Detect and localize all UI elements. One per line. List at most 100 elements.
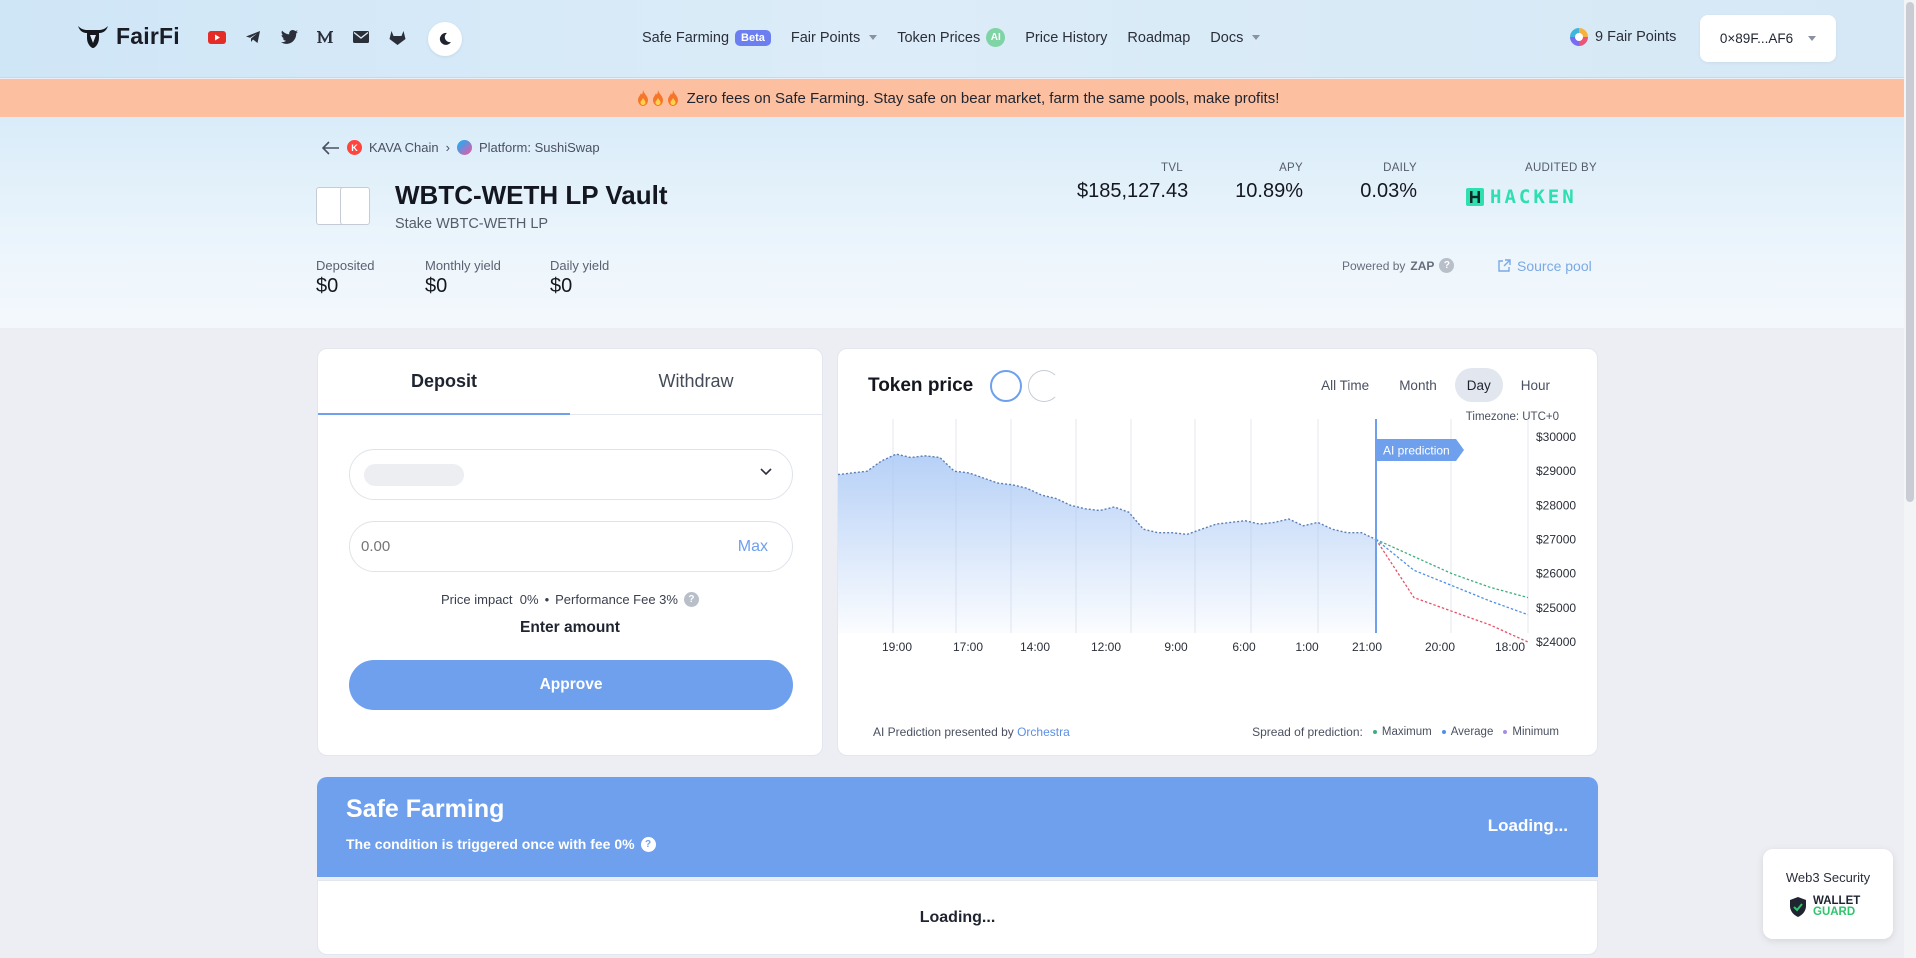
chevron-down-icon [869,35,878,40]
price-chart[interactable]: AI prediction $30000 $29000 $28000 $27000 $26… [838,419,1598,719]
help-icon[interactable]: ? [640,836,656,852]
chevron-down-icon [1808,36,1817,41]
chart-title: Token price [868,375,974,396]
wallet-address: 0×89F...AF6 [1719,31,1794,46]
nav-fair-points[interactable]: Fair Points [791,30,878,46]
page-scrollbar[interactable] [1904,0,1916,958]
apy-value: 10.89% [1235,180,1303,202]
orchestra-link[interactable]: Orchestra [1017,725,1070,739]
max-button[interactable]: Max [738,538,768,556]
period-hour[interactable]: Hour [1509,368,1562,402]
powered-brand: ZAP [1410,258,1435,273]
nav-safe-farming[interactable]: Safe Farming Beta [642,29,771,46]
source-pool-link[interactable]: Source pool [1497,258,1592,274]
social-links [208,28,406,46]
x-tick-label: 20:00 [1425,640,1455,654]
sushiswap-icon [456,140,472,155]
hacken-audit-logo[interactable]: HACKEN [1466,186,1577,208]
prediction-line-avg [1375,538,1529,616]
x-tick-label: 18:00 [1495,640,1525,654]
tab-withdraw[interactable]: Withdraw [570,349,822,414]
wallet-address-button[interactable]: 0×89F...AF6 [1700,15,1836,62]
flames [637,90,679,106]
fair-points-label: 9 Fair Points [1595,29,1677,45]
daily-yield-stat: Daily yield $0 [550,258,609,298]
scrollbar-thumb[interactable] [1906,2,1914,502]
prediction-credit: AI Prediction presented by Orchestra [873,725,1070,739]
legend-minimum: Minimum [1503,726,1559,738]
legend-dot [1503,730,1508,734]
period-month[interactable]: Month [1387,368,1449,402]
ai-prediction-label: AI prediction [1383,444,1450,458]
nav-token-prices[interactable]: Token Prices AI [897,28,1006,47]
medium-icon[interactable] [316,28,334,46]
token-select[interactable] [349,449,793,500]
token-selector-2[interactable] [1028,370,1060,402]
tab-deposit[interactable]: Deposit [318,349,570,415]
price-area [838,454,1376,633]
bull-logo-icon [78,26,108,48]
x-tick-label: 9:00 [1164,640,1188,654]
y-tick-label: $25000 [1536,601,1576,615]
help-icon[interactable]: ? [1439,258,1455,273]
token-image-placeholder [340,187,370,225]
theme-toggle-button[interactable] [428,22,462,56]
x-tick-label: 17:00 [953,640,983,654]
back-arrow-icon[interactable] [322,140,340,155]
nav-docs[interactable]: Docs [1210,29,1261,46]
fire-icon [667,90,678,106]
fairfi-logo[interactable]: FairFi [76,22,180,50]
safe-farming-subtitle: The condition is triggered once with fee… [346,836,656,852]
youtube-icon[interactable] [208,28,226,46]
wallet-guard-widget[interactable]: Web3 Security WALLET GUARD [1763,849,1893,939]
period-day[interactable]: Day [1454,368,1503,402]
nav-roadmap[interactable]: Roadmap [1127,30,1190,46]
gitlab-icon[interactable] [388,28,406,46]
help-icon[interactable]: ? [683,592,699,607]
chevron-down-icon [760,468,772,476]
breadcrumb-platform[interactable]: Platform: SushiSwap [479,140,600,155]
x-tick-label: 21:00 [1352,640,1382,654]
daily-label: DAILY [1383,162,1417,174]
approve-button[interactable]: Approve [349,660,793,710]
promo-banner: Zero fees on Safe Farming. Stay safe on … [0,79,1916,117]
period-all-time[interactable]: All Time [1309,368,1381,402]
vault-hero [0,117,1916,328]
nav-docs-label: Docs [1210,29,1244,46]
twitter-icon[interactable] [280,28,298,46]
main-nav: Safe Farming Beta Fair Points Token Pric… [642,28,1261,47]
audited-label: AUDITED BY [1524,162,1597,174]
kava-chain-icon: K [347,140,362,155]
deposited-label: Deposited [316,258,375,273]
safe-farming-status: Loading... [1487,816,1568,835]
nav-price-history[interactable]: Price History [1025,30,1107,46]
powered-by-zap: Powered by ZAP ? [1342,258,1455,273]
legend-average-label: Average [1450,726,1494,738]
x-tick-label: 12:00 [1091,640,1121,654]
daily-value: 0.03% [1360,180,1417,202]
apy-label: APY [1279,162,1303,174]
logo-text: FairFi [116,22,180,49]
prediction-credit-prefix: AI Prediction presented by [873,725,1014,739]
legend-dot [1372,730,1377,734]
chevron-down-icon [1252,35,1261,40]
safe-farming-condition: The condition is triggered once with fee… [346,836,635,852]
amount-input[interactable] [361,538,561,555]
y-tick-label: $30000 [1536,430,1576,444]
fair-points-counter[interactable]: 9 Fair Points [1570,28,1676,46]
telegram-icon[interactable] [244,28,262,46]
breadcrumb-chain[interactable]: KAVA Chain [369,140,439,155]
daily-yield-label: Daily yield [550,258,610,273]
fee-info: Price impact 0% • Performance Fee 3% ? [318,592,822,607]
token-selector-1[interactable] [990,370,1022,402]
deposited-stat: Deposited $0 [316,258,375,298]
hacken-icon [1466,188,1484,206]
legend-dot [1441,730,1446,734]
y-tick-label: $29000 [1536,464,1576,478]
x-tick-label: 6:00 [1232,640,1256,654]
amount-field[interactable]: Max [349,521,793,572]
tvl-stat: TVL $185,127.43 [1077,162,1188,203]
daily-stat: DAILY 0.03% [1335,162,1417,203]
mail-icon[interactable] [352,28,370,46]
x-tick-label: 1:00 [1295,640,1319,654]
